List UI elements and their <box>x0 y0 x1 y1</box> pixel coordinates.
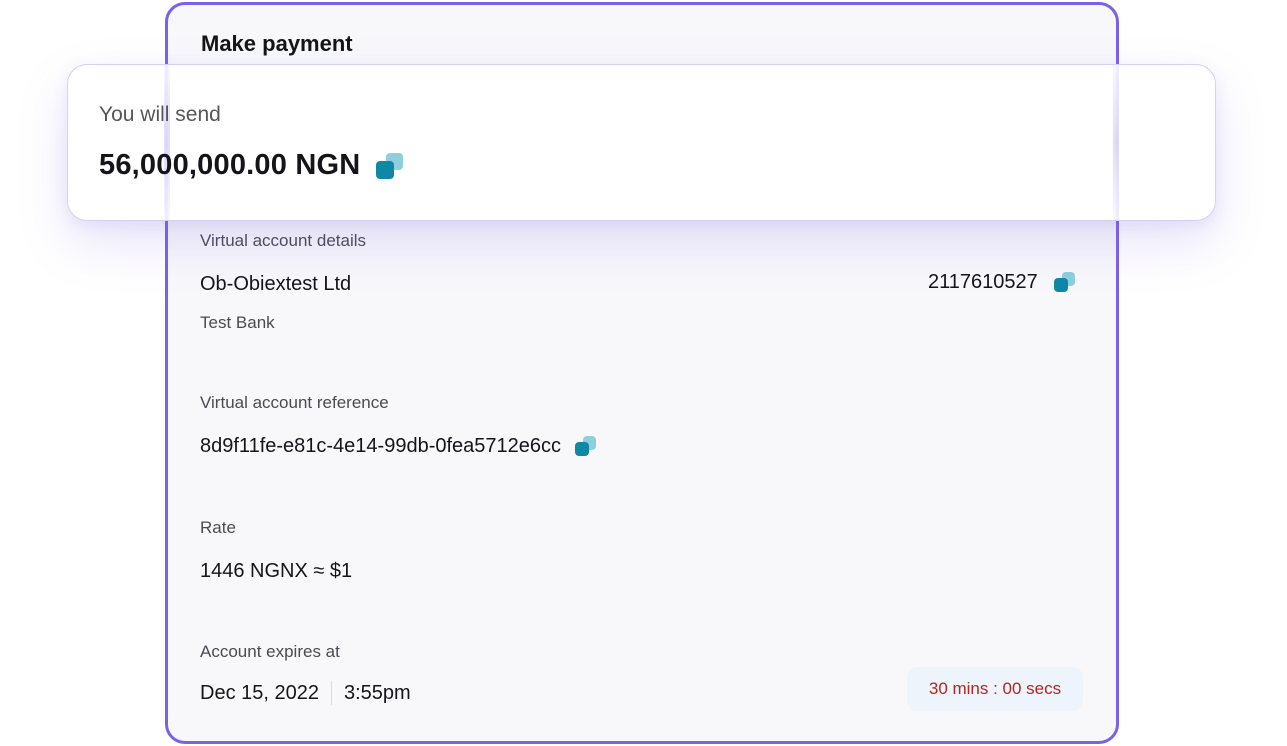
send-amount-group: 56,000,000.00 NGN <box>99 149 404 182</box>
divider <box>330 681 332 705</box>
send-amount-card: You will send 56,000,000.00 NGN <box>67 64 1216 221</box>
send-amount: 56,000,000.00 NGN <box>99 149 361 181</box>
account-number-group: 2117610527 <box>928 271 1076 294</box>
copy-icon[interactable] <box>376 152 404 181</box>
copy-icon[interactable] <box>575 435 597 458</box>
payment-screen: Make payment Virtual account details Ob-… <box>0 0 1287 746</box>
reference-value: 8d9f11fe-e81c-4e14-99db-0fea5712e6cc <box>200 435 562 457</box>
reference-group: 8d9f11fe-e81c-4e14-99db-0fea5712e6cc <box>200 435 597 458</box>
rate-label: Rate <box>200 518 236 537</box>
expiry-date: Dec 15, 2022 <box>200 681 319 704</box>
send-label: You will send <box>99 103 221 126</box>
panel-title: Make payment <box>201 31 353 56</box>
reference-label: Virtual account reference <box>200 393 389 412</box>
bank-name: Test Bank <box>200 313 275 332</box>
virtual-account-label: Virtual account details <box>200 231 367 250</box>
rate-value: 1446 NGNX ≈ $1 <box>200 560 353 582</box>
account-name: Ob-Obiextest Ltd <box>200 273 352 295</box>
copy-icon[interactable] <box>1053 271 1076 294</box>
expiry-datetime: Dec 15, 2022 3:55pm <box>200 681 411 705</box>
expiry-time: 3:55pm <box>343 681 411 704</box>
expiry-label: Account expires at <box>200 642 340 661</box>
account-number: 2117610527 <box>928 271 1038 293</box>
countdown-badge: 30 mins : 00 secs <box>907 667 1083 711</box>
